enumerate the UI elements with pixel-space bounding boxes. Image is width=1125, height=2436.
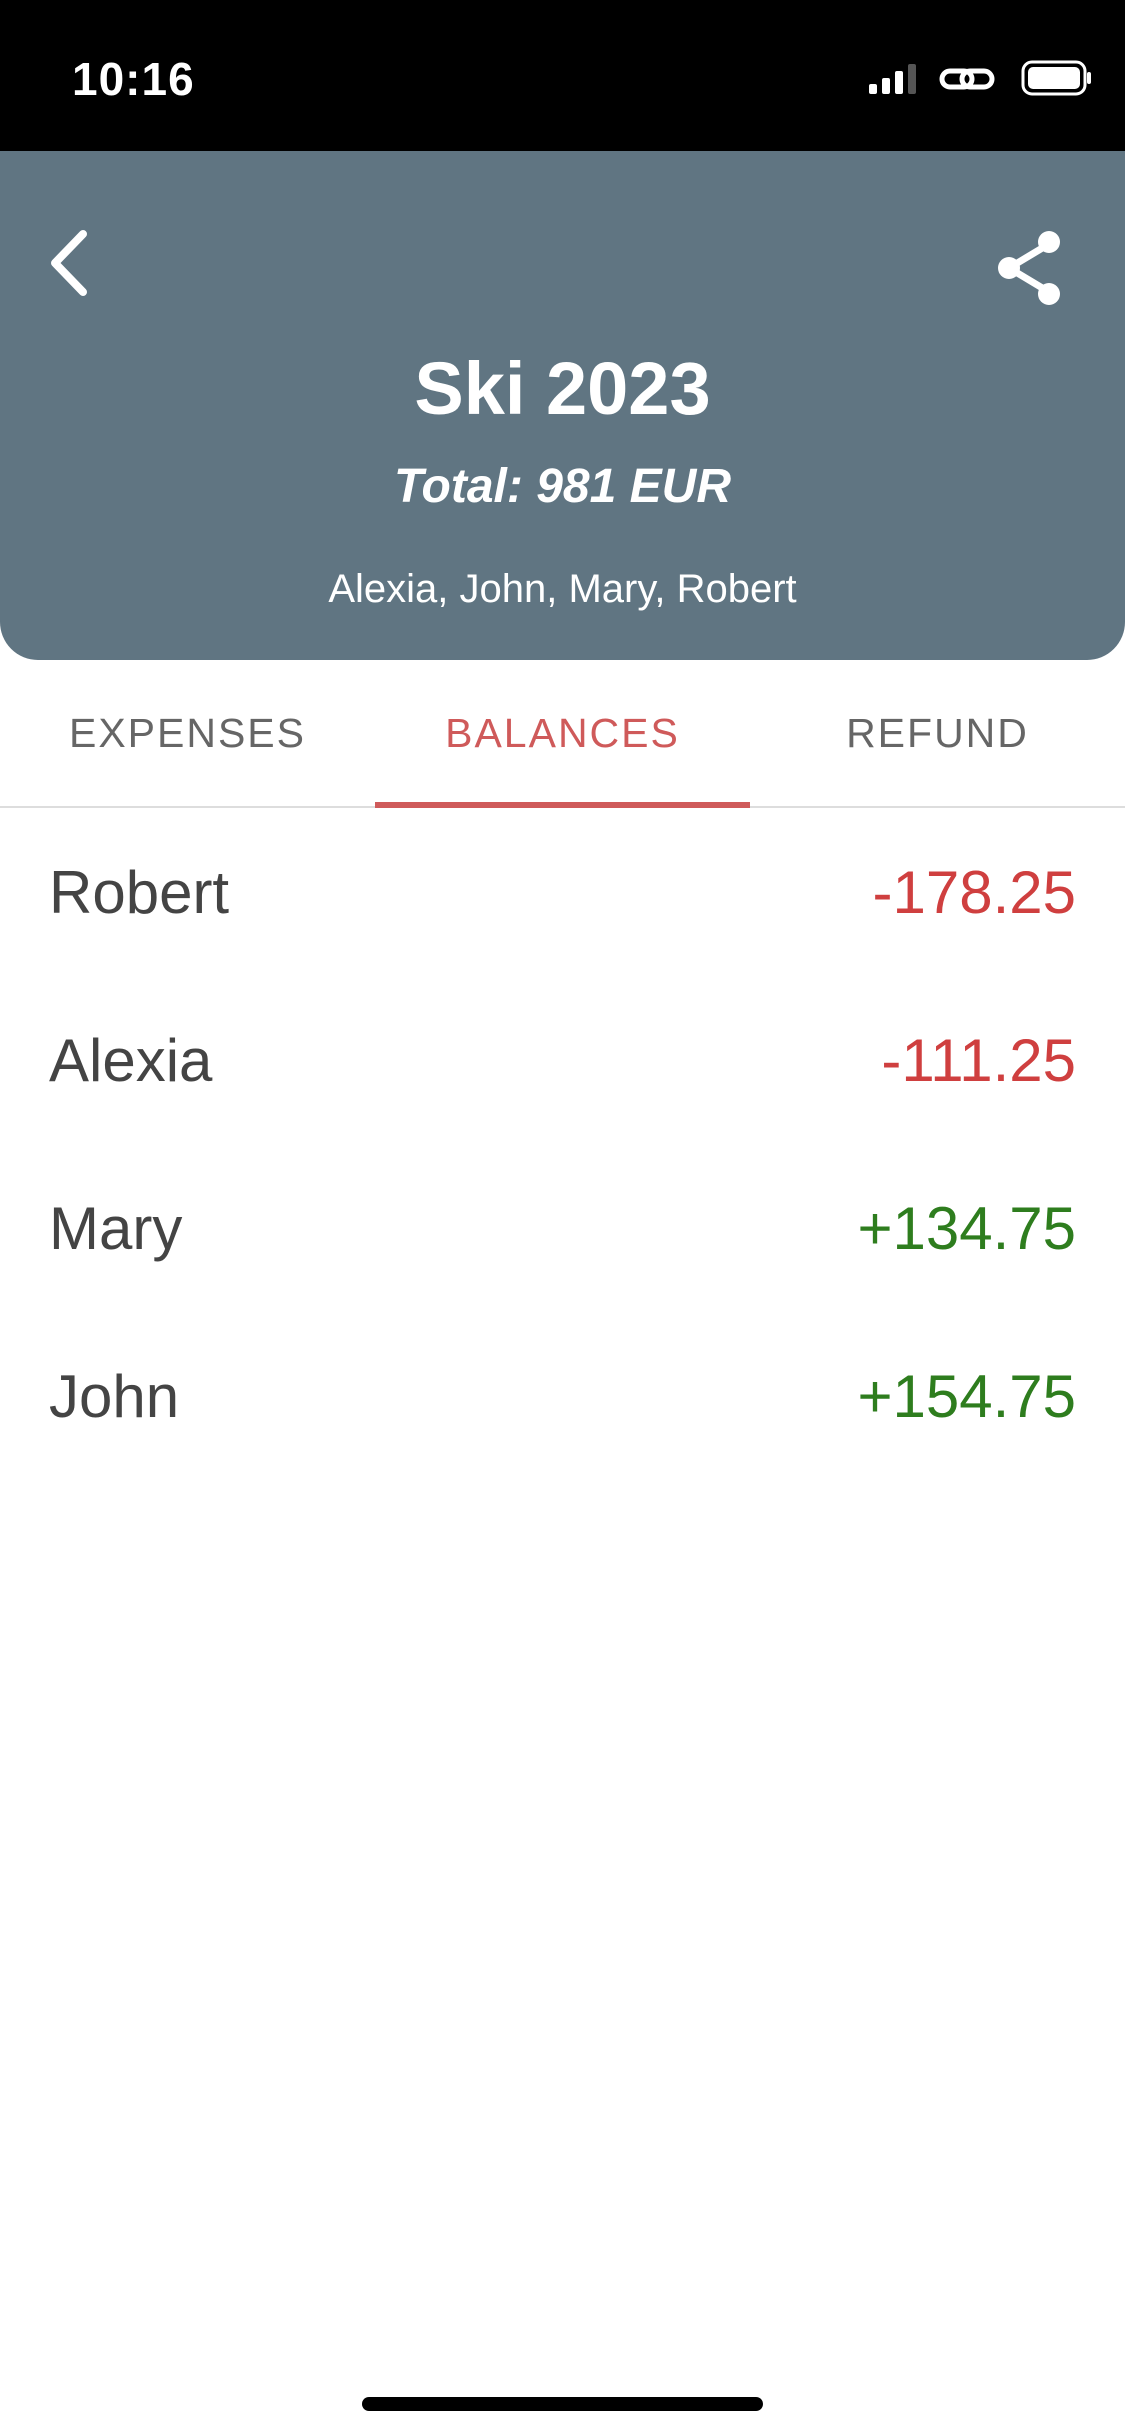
balance-row-alexia: Alexia -111.25 [0, 976, 1125, 1144]
balance-name: Robert [49, 858, 230, 926]
tab-balances[interactable]: BALANCES [375, 660, 750, 808]
balance-amount: +134.75 [857, 1194, 1076, 1262]
tab-refund[interactable]: REFUND [750, 660, 1125, 806]
balance-name: Alexia [49, 1026, 213, 1094]
signal-icon [869, 64, 916, 94]
home-indicator [362, 2397, 763, 2411]
balance-row-mary: Mary +134.75 [0, 1144, 1125, 1312]
tab-bar: EXPENSES BALANCES REFUND [0, 660, 1125, 808]
group-header: Ski 2023 Total: 981 EUR Alexia, John, Ma… [0, 151, 1125, 660]
status-time: 10:16 [72, 53, 195, 105]
link-icon [939, 68, 995, 90]
status-bar: 10:16 [0, 0, 1125, 151]
share-button[interactable] [985, 223, 1075, 313]
balance-name: John [49, 1362, 180, 1430]
balance-row-john: John +154.75 [0, 1312, 1125, 1480]
balance-name: Mary [49, 1194, 183, 1262]
back-button[interactable] [30, 223, 110, 303]
page-title: Ski 2023 [414, 347, 711, 430]
balance-amount: -178.25 [872, 858, 1077, 926]
tab-expenses[interactable]: EXPENSES [0, 660, 375, 806]
chevron-left-icon [51, 230, 87, 296]
balance-row-robert: Robert -178.25 [0, 808, 1125, 976]
balances-list: Robert -178.25 Alexia -111.25 Mary +134.… [0, 808, 1125, 1480]
share-icon [998, 231, 1060, 305]
battery-icon [1021, 60, 1091, 96]
balance-amount: +154.75 [857, 1362, 1076, 1430]
balance-amount: -111.25 [881, 1026, 1076, 1094]
total-amount: Total: 981 EUR [394, 460, 731, 513]
participants-list: Alexia, John, Mary, Robert [328, 567, 797, 611]
